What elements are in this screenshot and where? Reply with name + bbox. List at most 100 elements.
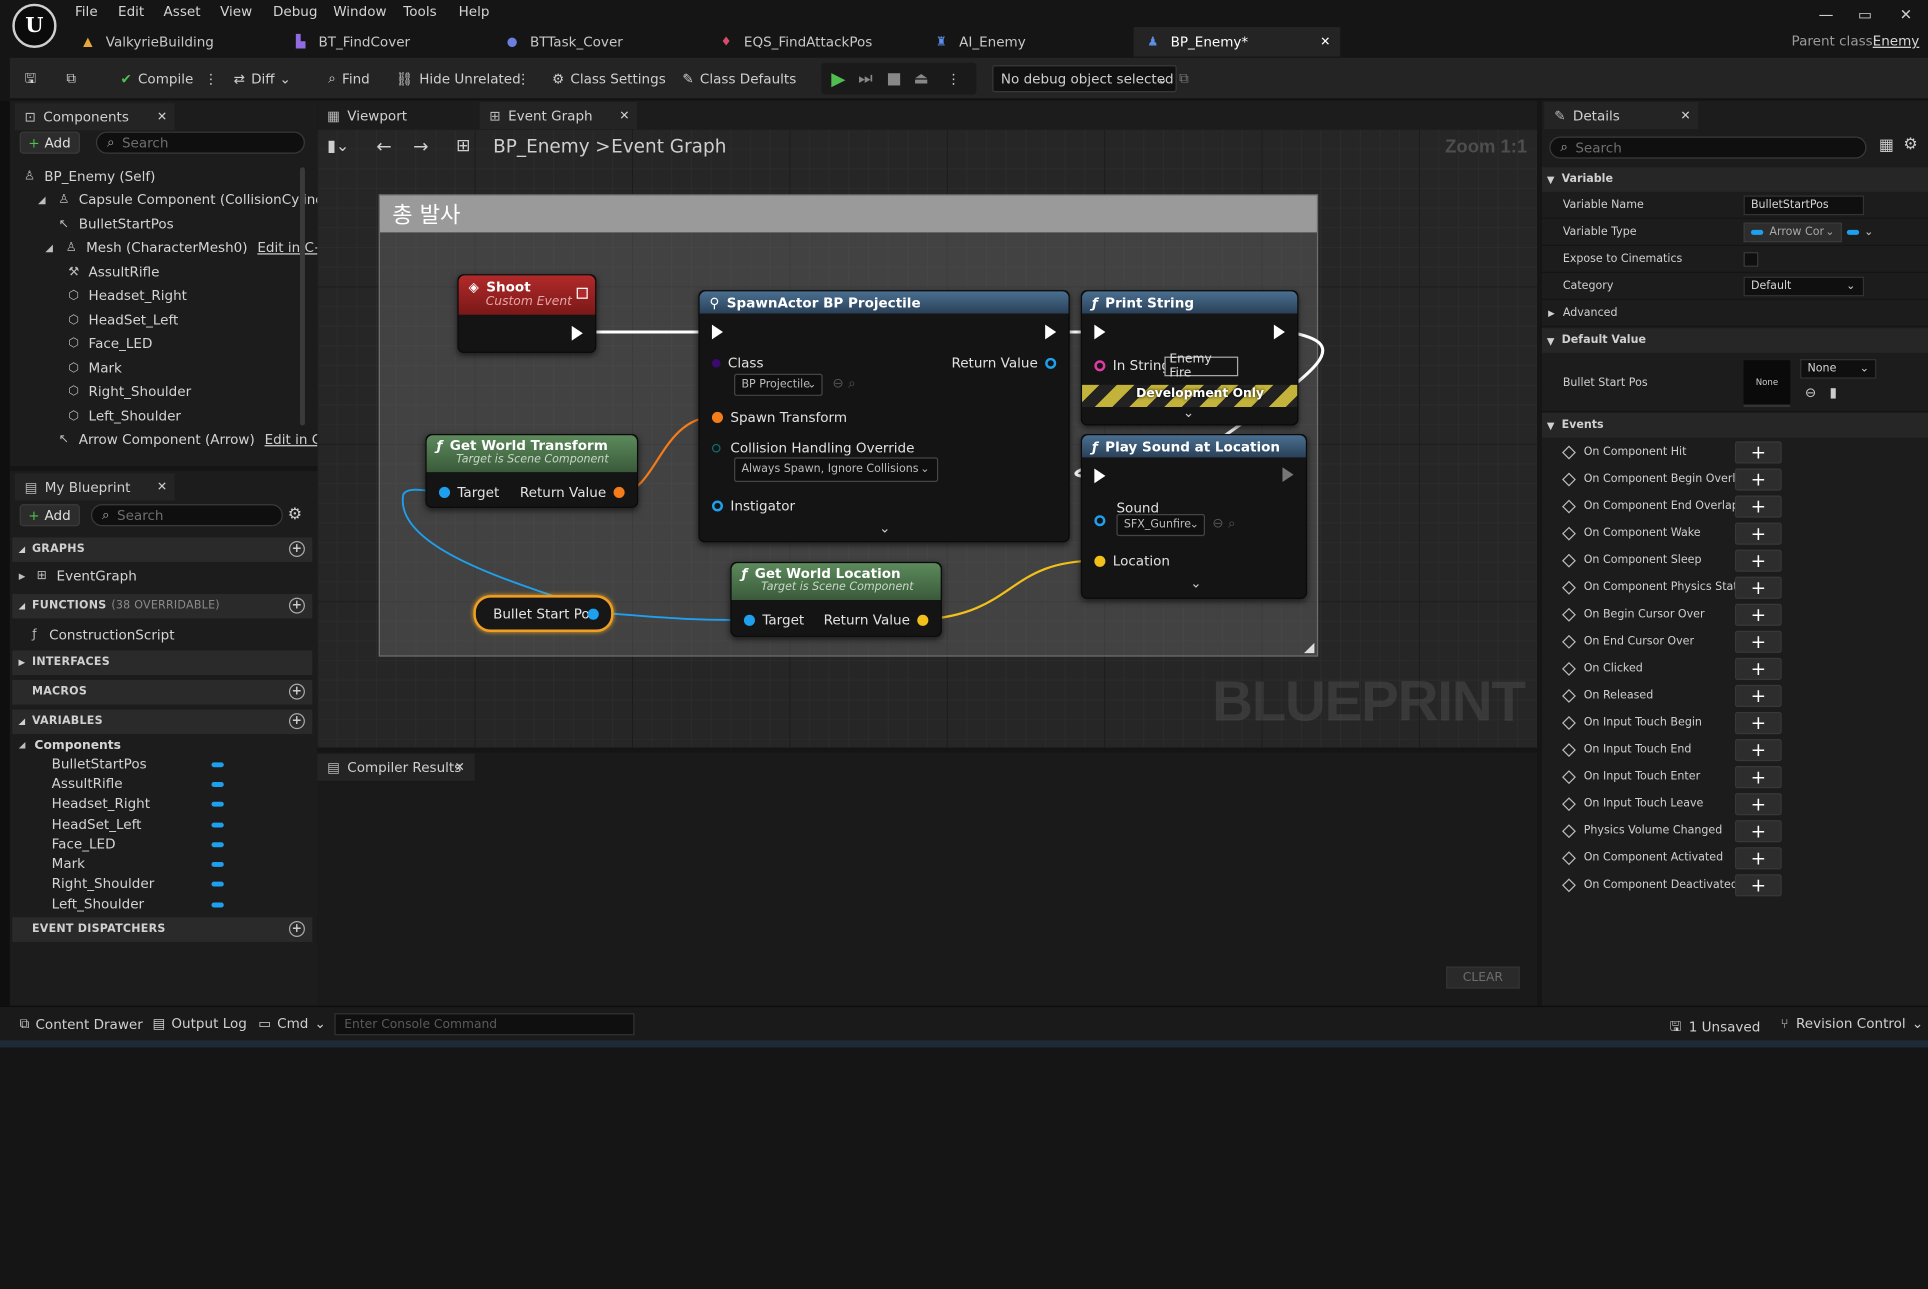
component-tree-item[interactable]: ◢ ♙ Capsule Component (CollisionCylinder) xyxy=(34,192,343,208)
section-events[interactable]: ▼ Events xyxy=(1541,413,1928,438)
use-selected-icon[interactable]: ⊖ xyxy=(1805,385,1816,401)
add-graph-icon[interactable]: + xyxy=(288,541,305,558)
tab-event-graph[interactable]: ⊞ Event Graph ✕ xyxy=(479,102,637,130)
browse-icons[interactable]: ⊖ ⌕ xyxy=(1212,515,1235,532)
menu-debug[interactable]: Debug xyxy=(273,4,317,20)
section-macros[interactable]: MACROS + xyxy=(12,679,313,705)
gear-icon[interactable]: ⚙ xyxy=(288,505,302,523)
return-value-pin[interactable]: Return Value xyxy=(951,355,1057,371)
close-tab-icon[interactable]: ✕ xyxy=(619,109,629,123)
add-event-button[interactable]: + xyxy=(1734,603,1782,626)
tab-bp-enemy[interactable]: ♟ BP_Enemy* ✕ xyxy=(1133,27,1341,57)
return-value-pin[interactable]: Return Value xyxy=(520,484,625,500)
advanced-row[interactable]: ▶ Advanced xyxy=(1541,300,1928,328)
node-print-string[interactable]: ƒ Print String In String Enemy Fire Devel… xyxy=(1080,290,1299,426)
location-pin[interactable]: Location xyxy=(1094,553,1170,569)
graph-item-eventgraph[interactable]: ▶ ⊞ EventGraph xyxy=(17,568,137,584)
revision-control-button[interactable]: ⑂ Revision Control ⌄ xyxy=(1780,1016,1923,1032)
compile-button[interactable]: ✔ Compile xyxy=(121,68,194,90)
section-variable[interactable]: ▼ Variable xyxy=(1541,167,1928,192)
diff-button[interactable]: ⇄ Diff ⌄ xyxy=(234,68,291,90)
components-tab[interactable]: ⊡ Components ✕ xyxy=(14,103,175,131)
add-event-button[interactable]: + xyxy=(1734,495,1782,518)
menu-help[interactable]: Help xyxy=(459,4,490,20)
add-macro-icon[interactable]: + xyxy=(288,683,305,700)
section-graphs[interactable]: ◢ GRAPHS + xyxy=(12,537,313,562)
category-select[interactable]: Default ⌄ xyxy=(1743,276,1865,297)
add-function-icon[interactable]: + xyxy=(288,597,305,614)
tab-viewport[interactable]: ▦ Viewport xyxy=(317,102,475,130)
add-member-button[interactable]: + Add xyxy=(19,504,80,527)
tab-eqs-findattackpos[interactable]: ♦ EQS_FindAttackPos xyxy=(707,27,916,57)
debug-object-select[interactable]: No debug object selected ⌄ xyxy=(992,65,1177,93)
add-component-button[interactable]: + Add xyxy=(19,131,80,154)
sound-select[interactable]: SFX_Gunfire ⌄ xyxy=(1116,513,1206,537)
components-scrollbar[interactable] xyxy=(300,167,305,426)
section-event-dispatchers[interactable]: EVENT DISPATCHERS + xyxy=(12,917,313,942)
in-string-pin[interactable]: In String xyxy=(1094,358,1170,374)
step-icon[interactable]: ⏭ xyxy=(858,68,872,90)
node-spawn-actor[interactable]: ⚲ SpawnActor BP Projectile Class BP Proje… xyxy=(698,290,1070,543)
close-tab-icon[interactable]: ✕ xyxy=(1320,35,1330,49)
add-event-dispatcher-icon[interactable]: + xyxy=(288,920,305,937)
minimize-icon[interactable]: — xyxy=(1819,6,1834,23)
add-event-button[interactable]: + xyxy=(1734,441,1782,464)
section-default-value[interactable]: ▼ Default Value xyxy=(1541,328,1928,353)
component-tree-item[interactable]: ⬡ Headset_Right xyxy=(66,288,187,304)
clear-button[interactable]: CLEAR xyxy=(1446,966,1520,989)
play-options-icon[interactable]: ⋮ xyxy=(947,68,961,90)
close-window-icon[interactable]: ✕ xyxy=(1900,6,1912,23)
table-view-icon[interactable]: ▦ xyxy=(1879,136,1894,154)
details-tab[interactable]: ✎ Details ✕ xyxy=(1544,102,1699,130)
eject-icon[interactable]: ⏏ xyxy=(914,68,929,90)
exec-in-pin[interactable] xyxy=(1094,324,1106,340)
node-get-world-transform[interactable]: ƒ Get World Transform Target is Scene Com… xyxy=(425,434,639,508)
tab-bt-findcover[interactable]: ▙ BT_FindCover xyxy=(282,27,489,57)
add-event-button[interactable]: + xyxy=(1734,711,1782,735)
add-event-button[interactable]: + xyxy=(1734,522,1782,545)
component-tree-item[interactable]: ◢ ♙ Mesh (CharacterMesh0) Edit in C++ xyxy=(42,240,336,256)
add-event-button[interactable]: + xyxy=(1734,820,1782,843)
variable-group-components[interactable]: ◢ Components xyxy=(17,738,121,753)
class-pin[interactable]: Class xyxy=(711,355,764,371)
delegate-pin[interactable] xyxy=(576,287,588,299)
add-event-button[interactable]: + xyxy=(1734,468,1782,491)
function-item-constructionscript[interactable]: ƒ ConstructionScript xyxy=(27,627,174,643)
container-type-select[interactable]: ⌄ xyxy=(1846,223,1879,243)
content-drawer-button[interactable]: ⧉ Content Drawer xyxy=(20,1016,143,1033)
return-value-pin[interactable]: Return Value xyxy=(824,612,929,628)
variable-item[interactable]: HeadSet_Left xyxy=(52,816,224,832)
exec-in-pin[interactable] xyxy=(711,324,724,340)
tab-bttask-cover[interactable]: ● BTTask_Cover xyxy=(493,27,702,57)
browse-asset-icon[interactable]: ▮ xyxy=(1830,385,1837,401)
sound-pin-dot[interactable] xyxy=(1094,515,1106,527)
hide-options-icon[interactable]: ⋮ xyxy=(516,68,530,90)
restore-icon[interactable]: ▭ xyxy=(1858,6,1872,23)
close-panel-icon[interactable]: ✕ xyxy=(157,110,167,124)
variable-item[interactable]: Mark xyxy=(52,856,224,872)
spawn-transform-pin[interactable]: Spawn Transform xyxy=(711,409,847,425)
cmd-select[interactable]: ▭ Cmd ⌄ xyxy=(258,1016,326,1032)
exec-in-pin[interactable] xyxy=(1094,468,1106,484)
add-event-button[interactable]: + xyxy=(1734,549,1782,572)
parent-class-link[interactable]: Enemy xyxy=(1873,33,1920,49)
variable-item[interactable]: Right_Shoulder xyxy=(52,875,224,891)
target-pin[interactable]: Target xyxy=(743,612,804,628)
section-variables[interactable]: ◢ VARIABLES + xyxy=(12,709,313,735)
unsaved-button[interactable]: 🖫 1 Unsaved xyxy=(1670,1016,1761,1039)
expose-checkbox[interactable] xyxy=(1743,252,1759,267)
variable-item[interactable]: AssultRifle xyxy=(52,776,224,792)
play-icon[interactable]: ▶ xyxy=(831,68,845,90)
collision-pin[interactable]: Collision Handling Override xyxy=(711,440,914,456)
node-get-world-location[interactable]: ƒ Get World Location Target is Scene Comp… xyxy=(730,561,942,637)
component-tree-item[interactable]: ↖ BulletStartPos xyxy=(57,216,174,232)
add-event-button[interactable]: + xyxy=(1734,576,1782,599)
instigator-pin[interactable]: Instigator xyxy=(711,498,795,514)
collision-select[interactable]: Always Spawn, Ignore Collisions ⌄ xyxy=(734,457,939,483)
menu-window[interactable]: Window xyxy=(333,4,386,20)
component-tree-item[interactable]: ⬡ Left_Shoulder xyxy=(66,408,181,424)
variable-name-input[interactable]: BulletStartPos xyxy=(1743,195,1865,216)
exec-out-pin[interactable] xyxy=(571,325,583,341)
component-tree-item[interactable]: ↖ Arrow Component (Arrow) Edit in C++ xyxy=(57,432,344,448)
component-tree-item[interactable]: ⬡ Right_Shoulder xyxy=(66,384,191,400)
